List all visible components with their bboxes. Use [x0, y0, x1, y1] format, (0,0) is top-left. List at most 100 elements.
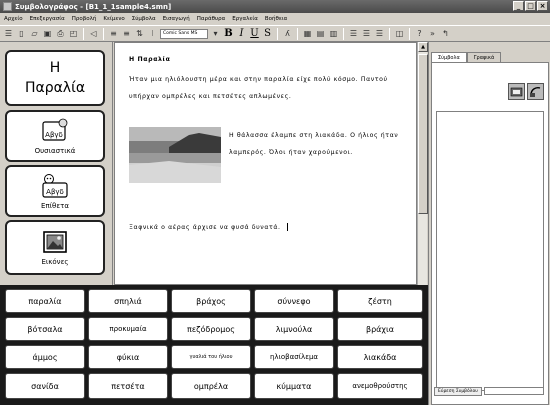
print-icon[interactable]: ⎙	[55, 28, 66, 39]
scroll-thumb[interactable]	[418, 54, 428, 214]
minimize-button[interactable]: _	[513, 1, 524, 11]
grid-icon[interactable]: ▤	[315, 28, 326, 39]
justify-right-icon[interactable]: ☰	[374, 28, 385, 39]
document-paragraph-2: Η θάλασσα έλαμπε στη λιακάδα. Ο ήλιος ήτ…	[229, 132, 399, 156]
window-title: Συμβολογράφος - [Β1_1_1sample4.smn]	[15, 2, 172, 11]
word-cell[interactable]: βότσαλα	[5, 317, 85, 341]
word-cell[interactable]: άμμος	[5, 345, 85, 369]
word-cell[interactable]: προκυμαία	[88, 317, 168, 341]
document-scrollbar[interactable]: ▲	[417, 42, 428, 285]
pin-icon[interactable]: ↰	[440, 28, 451, 39]
toolbar-separator	[343, 27, 344, 40]
justify-center-icon[interactable]: ☰	[361, 28, 372, 39]
toolbar-separator	[409, 27, 410, 40]
save-icon[interactable]: ▣	[42, 28, 53, 39]
category-nouns-label: Ουσιαστικά	[34, 146, 76, 155]
word-cell[interactable]: πετσέτα	[88, 373, 168, 399]
category-nouns-button[interactable]: Αβγδ Ουσιαστικά	[5, 110, 105, 162]
word-cell[interactable]: ζέστη	[337, 289, 423, 313]
word-cell[interactable]: βράχος	[171, 289, 251, 313]
toolbar-separator	[103, 27, 104, 40]
frame-icon[interactable]: ◫	[394, 28, 405, 39]
title-bar: Συμβολογράφος - [Β1_1_1sample4.smn] _ □ …	[0, 0, 550, 13]
underline-button[interactable]: U	[249, 28, 260, 39]
menu-symbols[interactable]: Σύμβολα	[132, 16, 156, 22]
menu-help[interactable]: Βοήθεια	[265, 16, 287, 22]
word-cell[interactable]: σπηλιά	[88, 289, 168, 313]
word-cell[interactable]: γυαλιά του ήλιου	[171, 345, 251, 369]
document-content[interactable]: Η Παραλία Ήταν μια ηλιόλουστη μέρα και σ…	[129, 51, 411, 105]
word-cell[interactable]: σύννεφο	[254, 289, 334, 313]
font-dropdown-icon[interactable]: ▾	[210, 28, 221, 39]
word-cell[interactable]: πεζόδρομος	[171, 317, 251, 341]
symbols-tab-panel: Εύρεση Συμβόλου	[431, 62, 549, 405]
toolbar-separator	[297, 27, 298, 40]
word-cell[interactable]: κύμματα	[254, 373, 334, 399]
category-main-button[interactable]: Η Παραλία	[5, 50, 105, 106]
toolbar-separator	[389, 27, 390, 40]
word-cell[interactable]: ηλιοβασίλεμα	[254, 345, 334, 369]
symbols-panel: Σύμβολα Γραφικά Εύρεση Συμβόλου	[428, 42, 550, 405]
menu-text[interactable]: Κείμενο	[103, 16, 124, 22]
word-cell[interactable]: βράχια	[337, 317, 423, 341]
word-cell[interactable]: λιακάδα	[337, 345, 423, 369]
symbol-search-input[interactable]	[483, 387, 544, 395]
document-paragraph-3: Ξαφνικά ο αέρας άρχισε να φυσά δυνατά.	[129, 224, 281, 231]
find-symbol-button[interactable]: Εύρεση Συμβόλου	[434, 387, 482, 396]
bullets-icon[interactable]: ⁝	[147, 28, 158, 39]
justify-left-icon[interactable]: ☰	[348, 28, 359, 39]
menu-tools[interactable]: Εργαλεία	[232, 16, 258, 22]
text-color-icon[interactable]: ʎ	[282, 28, 293, 39]
more-icon[interactable]: »	[427, 28, 438, 39]
italic-button[interactable]: I	[236, 28, 247, 39]
symbols-list[interactable]	[436, 111, 544, 391]
category-title-line2: Παραλία	[24, 80, 86, 96]
category-title-line1: Η	[49, 60, 61, 76]
word-cell[interactable]: σανίδα	[5, 373, 85, 399]
word-cell[interactable]: λιμνούλα	[254, 317, 334, 341]
close-button[interactable]: ×	[537, 1, 548, 11]
speak-icon[interactable]: ◁	[88, 28, 99, 39]
align-center-icon[interactable]: ≡	[121, 28, 132, 39]
open-folder-icon[interactable]: ▱	[29, 28, 40, 39]
document-paragraph-1: Ήταν μια ηλιόλουστη μέρα και στην παραλί…	[129, 76, 388, 100]
symbol-refresh-icon[interactable]	[527, 83, 544, 100]
document-title: Η Παραλία	[129, 56, 171, 63]
pictures-picto-icon	[43, 231, 67, 253]
category-pictures-button[interactable]: Εικόνες	[5, 220, 105, 275]
menu-edit[interactable]: Επεξεργασία	[30, 16, 65, 22]
category-adjectives-button[interactable]: Αβγδ Επίθετα	[5, 165, 105, 217]
category-adjectives-label: Επίθετα	[41, 201, 69, 210]
menu-file[interactable]: Αρχείο	[4, 16, 23, 22]
word-cell[interactable]: παραλία	[5, 289, 85, 313]
category-pictures-label: Εικόνες	[41, 258, 69, 266]
word-cell[interactable]: ανεμοθρούστης	[337, 373, 423, 399]
maximize-button[interactable]: □	[525, 1, 536, 11]
columns-icon[interactable]: ▥	[328, 28, 339, 39]
word-cell[interactable]: ομπρέλα	[171, 373, 251, 399]
word-cell[interactable]: φύκια	[88, 345, 168, 369]
beach-photo	[129, 127, 221, 183]
new-file-icon[interactable]: ▯	[16, 28, 27, 39]
line-spacing-icon[interactable]: ⇅	[134, 28, 145, 39]
table-icon[interactable]: ▦	[302, 28, 313, 39]
font-select[interactable]: Comic Sans MS	[160, 28, 208, 39]
layout-icon[interactable]: ☰	[3, 28, 14, 39]
help-icon[interactable]: ?	[414, 28, 425, 39]
scroll-up-icon[interactable]: ▲	[418, 42, 428, 52]
category-panel: Η Παραλία Αβγδ Ουσιαστικά Αβγδ Επίθετα Ε…	[0, 42, 113, 285]
menu-windows[interactable]: Παράθυρα	[197, 16, 226, 22]
strikethrough-button[interactable]: S	[262, 28, 273, 39]
toolbar: ☰ ▯ ▱ ▣ ⎙ ◰ ◁ ≡ ≡ ⇅ ⁝ Comic Sans MS ▾ B …	[0, 25, 550, 42]
document-editor[interactable]: Η Παραλία Ήταν μια ηλιόλουστη μέρα και σ…	[114, 42, 417, 285]
symbol-folder-icon[interactable]	[508, 83, 525, 100]
bold-button[interactable]: B	[223, 28, 234, 39]
adjectives-picto-icon: Αβγδ	[42, 173, 68, 198]
menu-view[interactable]: Προβολή	[72, 16, 97, 22]
toolbar-separator	[277, 27, 278, 40]
menu-insert[interactable]: Εισαγωγή	[163, 16, 190, 22]
print-preview-icon[interactable]: ◰	[68, 28, 79, 39]
text-cursor	[286, 223, 288, 231]
align-left-icon[interactable]: ≡	[108, 28, 119, 39]
menu-bar: Αρχείο Επεξεργασία Προβολή Κείμενο Σύμβο…	[0, 13, 550, 25]
